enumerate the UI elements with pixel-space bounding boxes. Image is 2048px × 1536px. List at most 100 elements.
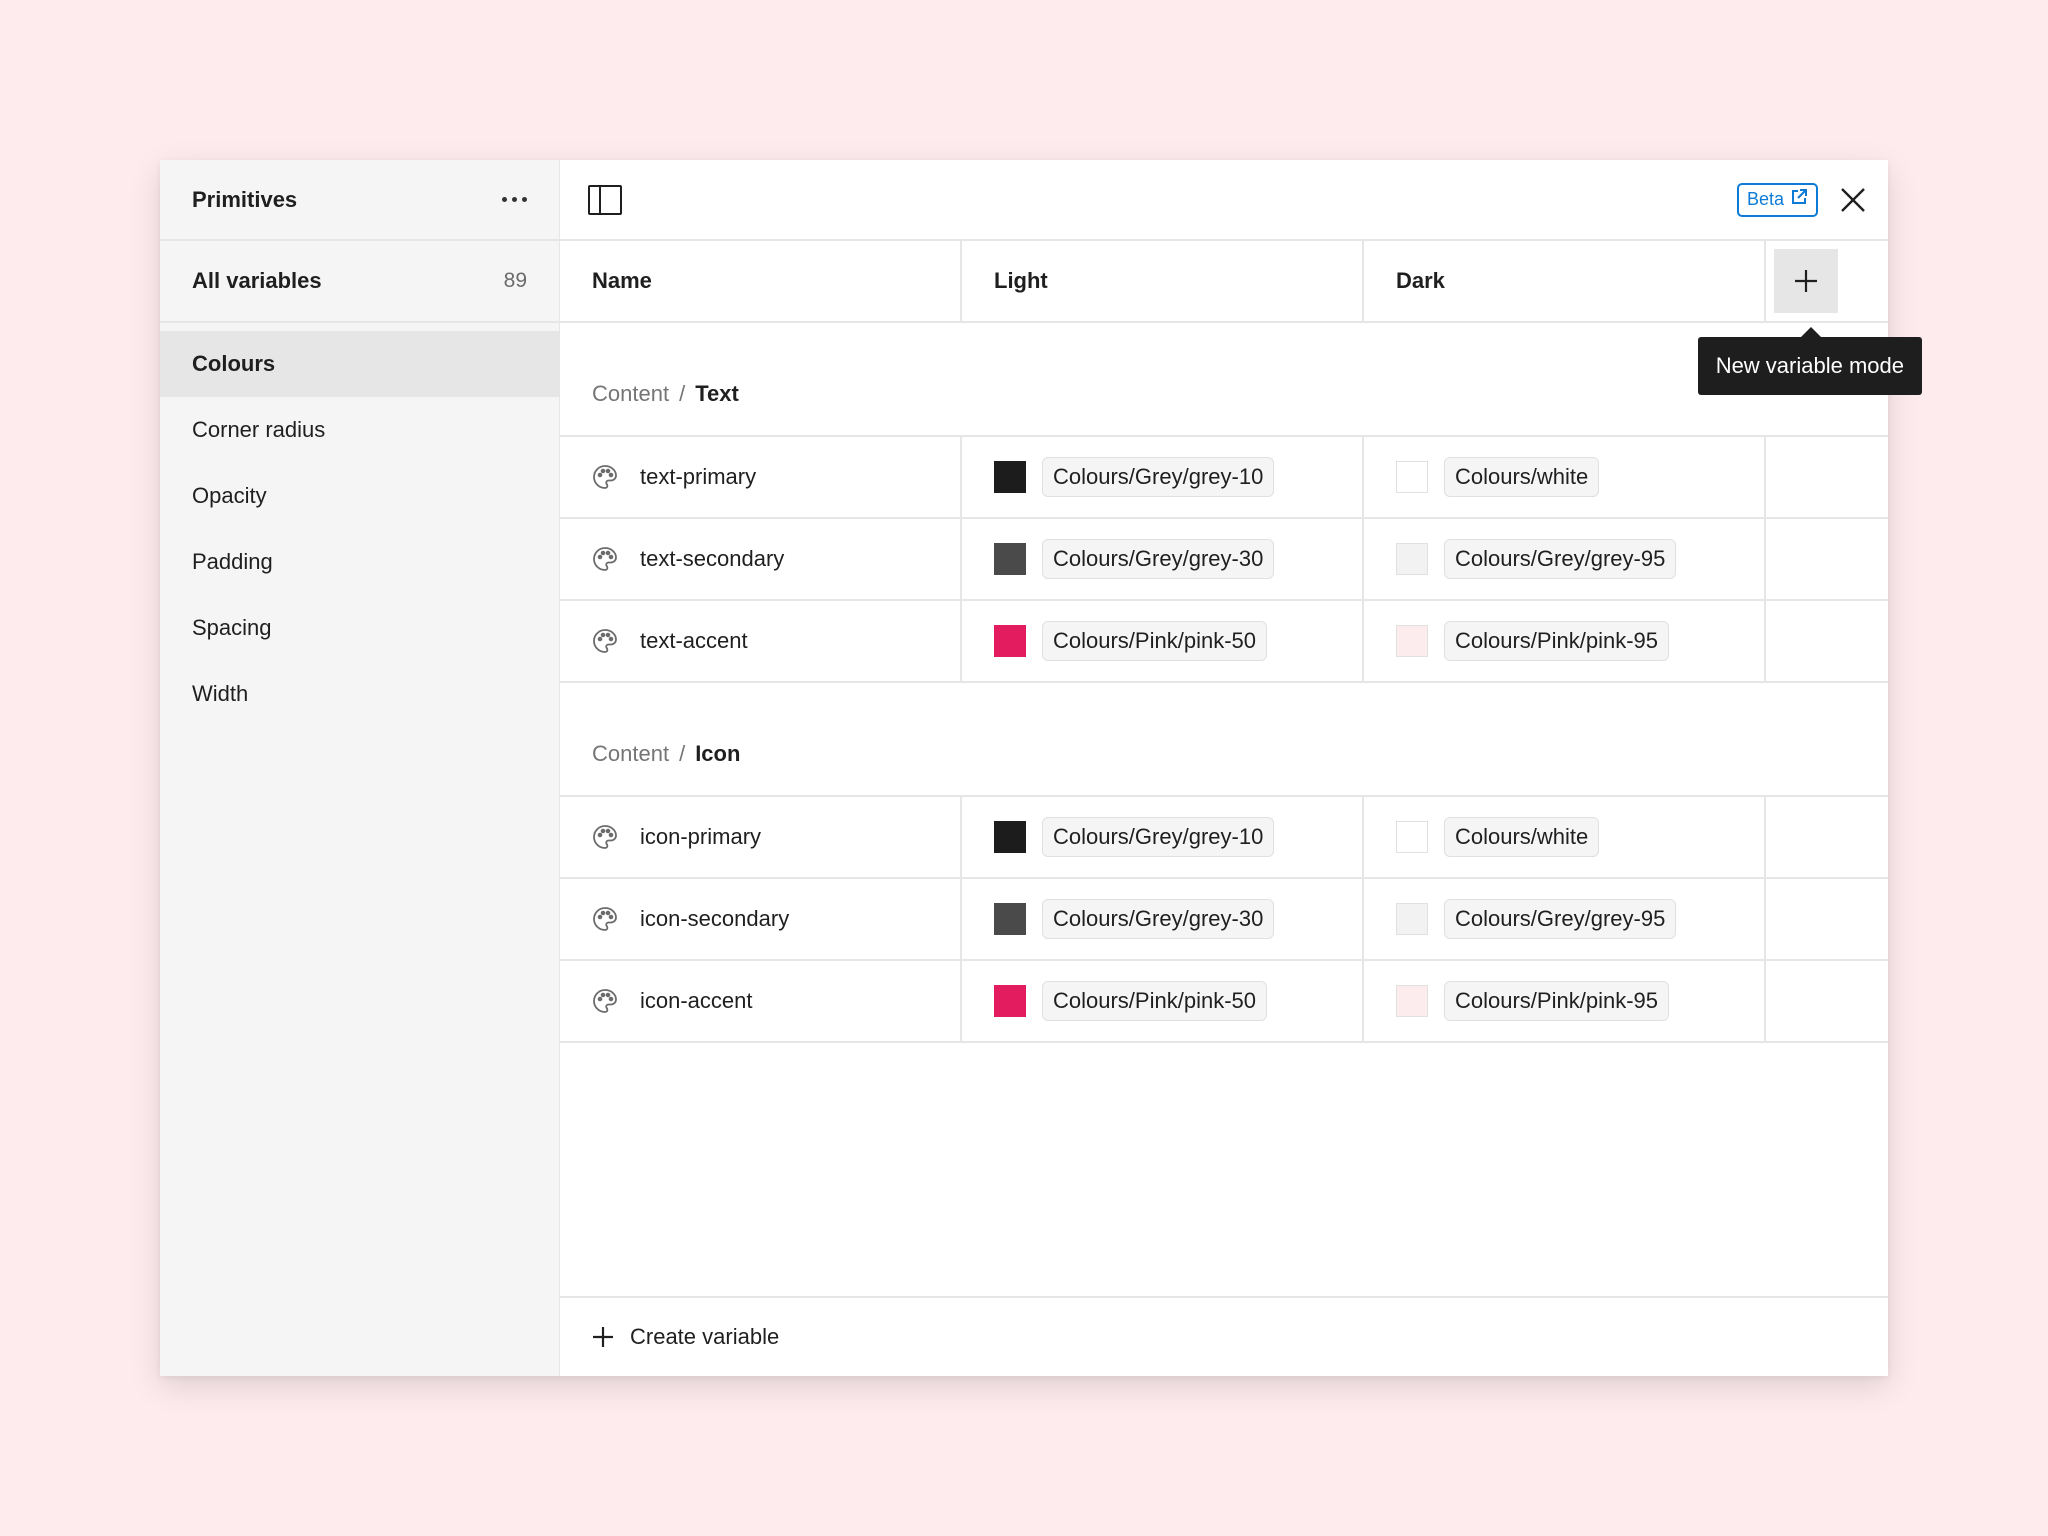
group-separator: / [679, 741, 686, 766]
light-value-cell[interactable]: Colours/Pink/pink-50 [962, 601, 1364, 681]
color-swatch [994, 543, 1026, 575]
close-icon[interactable] [1840, 187, 1866, 213]
alias-chip[interactable]: Colours/Grey/grey-10 [1042, 457, 1275, 497]
palette-icon [592, 546, 618, 572]
empty-cell [1766, 519, 1888, 599]
dark-value-cell[interactable]: Colours/white [1364, 437, 1766, 517]
external-link-icon [1790, 188, 1808, 211]
variable-row[interactable]: icon-primary Colours/Grey/grey-10 Colours/… [560, 797, 1888, 879]
variable-name[interactable]: icon-accent [640, 988, 753, 1014]
variable-name[interactable]: text-accent [640, 628, 748, 654]
group-header-icon: Content / Icon [560, 683, 1888, 797]
name-cell[interactable]: icon-accent [560, 961, 962, 1041]
all-variables-count: 89 [503, 269, 527, 292]
name-cell[interactable]: icon-primary [560, 797, 962, 877]
alias-chip[interactable]: Colours/Grey/grey-30 [1042, 899, 1275, 939]
sidebar-item-width[interactable]: Width [160, 661, 559, 727]
new-variable-mode-tooltip: New variable mode [1697, 327, 1922, 395]
name-cell[interactable]: text-primary [560, 437, 962, 517]
alias-chip[interactable]: Colours/Pink/pink-95 [1444, 621, 1669, 661]
alias-chip[interactable]: Colours/Grey/grey-30 [1042, 539, 1275, 579]
empty-cell [1766, 437, 1888, 517]
alias-chip[interactable]: Colours/white [1444, 457, 1600, 497]
empty-cell [1766, 797, 1888, 877]
light-value-cell[interactable]: Colours/Grey/grey-10 [962, 797, 1364, 877]
group-crumb: Content [592, 381, 670, 406]
sidebar-item-corner-radius[interactable]: Corner radius [160, 397, 559, 463]
variable-row[interactable]: icon-accent Colours/Pink/pink-50 Colours/P… [560, 961, 1888, 1043]
group-rows-text: text-primary Colours/Grey/grey-10 Colours/… [560, 437, 1888, 683]
alias-chip[interactable]: Colours/Pink/pink-50 [1042, 621, 1267, 661]
dark-value-cell[interactable]: Colours/white [1364, 797, 1766, 877]
color-swatch [1396, 821, 1428, 853]
color-swatch [1396, 543, 1428, 575]
name-cell[interactable]: icon-secondary [560, 879, 962, 959]
table-header: Name Light Dark New variable mode [560, 241, 1922, 395]
all-variables-row[interactable]: All variables 89 [160, 241, 559, 323]
alias-chip[interactable]: Colours/Pink/pink-95 [1444, 981, 1669, 1021]
column-header-dark[interactable]: Dark [1364, 241, 1766, 321]
empty-cell [1766, 961, 1888, 1041]
beta-badge[interactable]: Beta [1736, 182, 1818, 217]
name-cell[interactable]: text-secondary [560, 519, 962, 599]
variable-row[interactable]: text-accent Colours/Pink/pink-50 Colours/P… [560, 601, 1888, 683]
alias-chip[interactable]: Colours/Pink/pink-50 [1042, 981, 1267, 1021]
alias-chip[interactable]: Colours/Grey/grey-95 [1444, 899, 1677, 939]
main-panel: Beta Name Light Dark New variable mode C… [560, 160, 1922, 1376]
alias-chip[interactable]: Colours/Grey/grey-10 [1042, 817, 1275, 857]
variable-name[interactable]: text-primary [640, 464, 756, 490]
palette-icon [592, 824, 618, 850]
color-swatch [1396, 903, 1428, 935]
variables-window: Primitives All variables 89 Colours Corn… [160, 160, 1922, 1376]
add-mode-cell [1766, 241, 1888, 321]
palette-icon [592, 628, 618, 654]
more-horizontal-icon[interactable] [494, 189, 535, 210]
topbar: Beta [560, 160, 1888, 241]
palette-icon [592, 906, 618, 932]
group-rows-icon: icon-primary Colours/Grey/grey-10 Colours/… [560, 797, 1888, 1043]
color-swatch [1396, 461, 1428, 493]
sidebar-item-colours[interactable]: Colours [160, 331, 559, 397]
column-header-light[interactable]: Light [962, 241, 1364, 321]
beta-label: Beta [1746, 189, 1784, 209]
color-swatch [994, 461, 1026, 493]
light-value-cell[interactable]: Colours/Grey/grey-30 [962, 519, 1364, 599]
color-swatch [994, 625, 1026, 657]
color-swatch [994, 821, 1026, 853]
empty-cell [1766, 601, 1888, 681]
dark-value-cell[interactable]: Colours/Pink/pink-95 [1364, 961, 1766, 1041]
create-variable-label: Create variable [630, 1324, 780, 1349]
name-cell[interactable]: text-accent [560, 601, 962, 681]
sidebar-header: Primitives [160, 160, 559, 241]
color-swatch [1396, 625, 1428, 657]
alias-chip[interactable]: Colours/Grey/grey-95 [1444, 539, 1677, 579]
plus-icon [592, 1326, 614, 1348]
sidebar-item-padding[interactable]: Padding [160, 529, 559, 595]
create-variable-button[interactable]: Create variable [560, 1296, 1888, 1376]
variable-row[interactable]: text-secondary Colours/Grey/grey-30 Colour… [560, 519, 1888, 601]
sidebar-toggle-icon[interactable] [588, 184, 622, 215]
color-swatch [994, 985, 1026, 1017]
variable-name[interactable]: text-secondary [640, 546, 784, 572]
alias-chip[interactable]: Colours/white [1444, 817, 1600, 857]
palette-icon [592, 988, 618, 1014]
variable-name[interactable]: icon-primary [640, 824, 761, 850]
sidebar: Primitives All variables 89 Colours Corn… [160, 160, 560, 1376]
light-value-cell[interactable]: Colours/Grey/grey-30 [962, 879, 1364, 959]
light-value-cell[interactable]: Colours/Grey/grey-10 [962, 437, 1364, 517]
sidebar-item-spacing[interactable]: Spacing [160, 595, 559, 661]
group-header-text: Content / Text [560, 323, 1888, 437]
sidebar-item-opacity[interactable]: Opacity [160, 463, 559, 529]
sidebar-list: Colours Corner radius Opacity Padding Sp… [160, 323, 559, 727]
variable-row[interactable]: text-primary Colours/Grey/grey-10 Colours/… [560, 437, 1888, 519]
dark-value-cell[interactable]: Colours/Grey/grey-95 [1364, 519, 1766, 599]
column-header-name[interactable]: Name [560, 241, 962, 321]
variable-row[interactable]: icon-secondary Colours/Grey/grey-30 Colour… [560, 879, 1888, 961]
add-variable-mode-button[interactable] [1774, 249, 1838, 313]
dark-value-cell[interactable]: Colours/Pink/pink-95 [1364, 601, 1766, 681]
variable-name[interactable]: icon-secondary [640, 906, 789, 932]
light-value-cell[interactable]: Colours/Pink/pink-50 [962, 961, 1364, 1041]
dark-value-cell[interactable]: Colours/Grey/grey-95 [1364, 879, 1766, 959]
group-leaf: Icon [695, 741, 741, 766]
color-swatch [994, 903, 1026, 935]
